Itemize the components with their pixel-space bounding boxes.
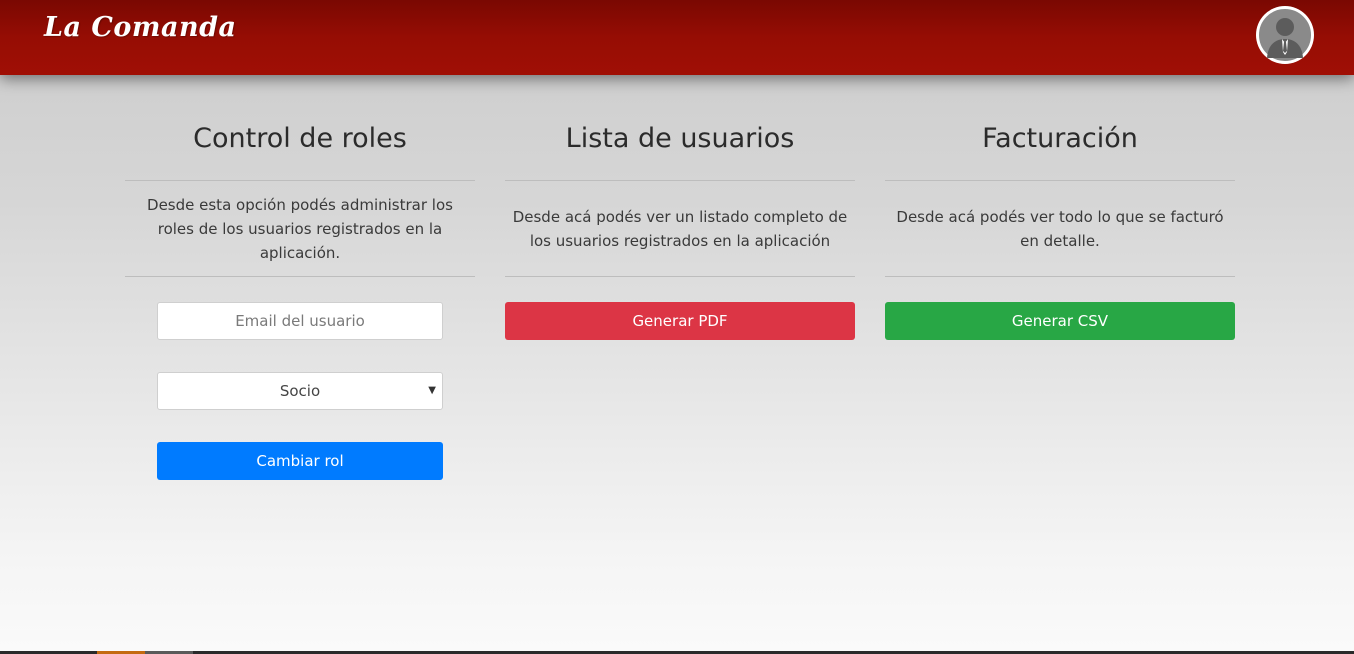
change-role-button-label: Cambiar rol bbox=[256, 452, 344, 470]
brand-logo[interactable]: La Comanda bbox=[44, 12, 236, 43]
billing-title: Facturación bbox=[885, 95, 1235, 181]
change-role-button[interactable]: Cambiar rol bbox=[157, 442, 443, 480]
billing-description: Desde acá podés ver todo lo que se factu… bbox=[885, 181, 1235, 277]
users-panel: Lista de usuarios Desde acá podés ver un… bbox=[505, 95, 855, 340]
email-input[interactable] bbox=[157, 302, 443, 340]
users-description: Desde acá podés ver un listado completo … bbox=[505, 181, 855, 277]
caret-down-icon: ▼ bbox=[428, 385, 436, 396]
generate-pdf-button[interactable]: Generar PDF bbox=[505, 302, 855, 340]
role-select-value: Socio bbox=[279, 382, 321, 400]
generate-csv-button[interactable]: Generar CSV bbox=[885, 302, 1235, 340]
roles-description: Desde esta opción podés administrar los … bbox=[125, 181, 475, 277]
generate-csv-button-label: Generar CSV bbox=[1011, 312, 1109, 330]
generate-pdf-button-label: Generar PDF bbox=[632, 312, 728, 330]
billing-panel: Facturación Desde acá podés ver todo lo … bbox=[885, 95, 1235, 340]
roles-title: Control de roles bbox=[125, 95, 475, 181]
users-title: Lista de usuarios bbox=[505, 95, 855, 181]
user-avatar-icon[interactable] bbox=[1256, 6, 1314, 64]
roles-panel: Control de roles Desde esta opción podés… bbox=[125, 95, 475, 480]
role-select[interactable]: Socio ▼ bbox=[157, 372, 443, 410]
top-navbar: La Comanda bbox=[0, 0, 1354, 75]
